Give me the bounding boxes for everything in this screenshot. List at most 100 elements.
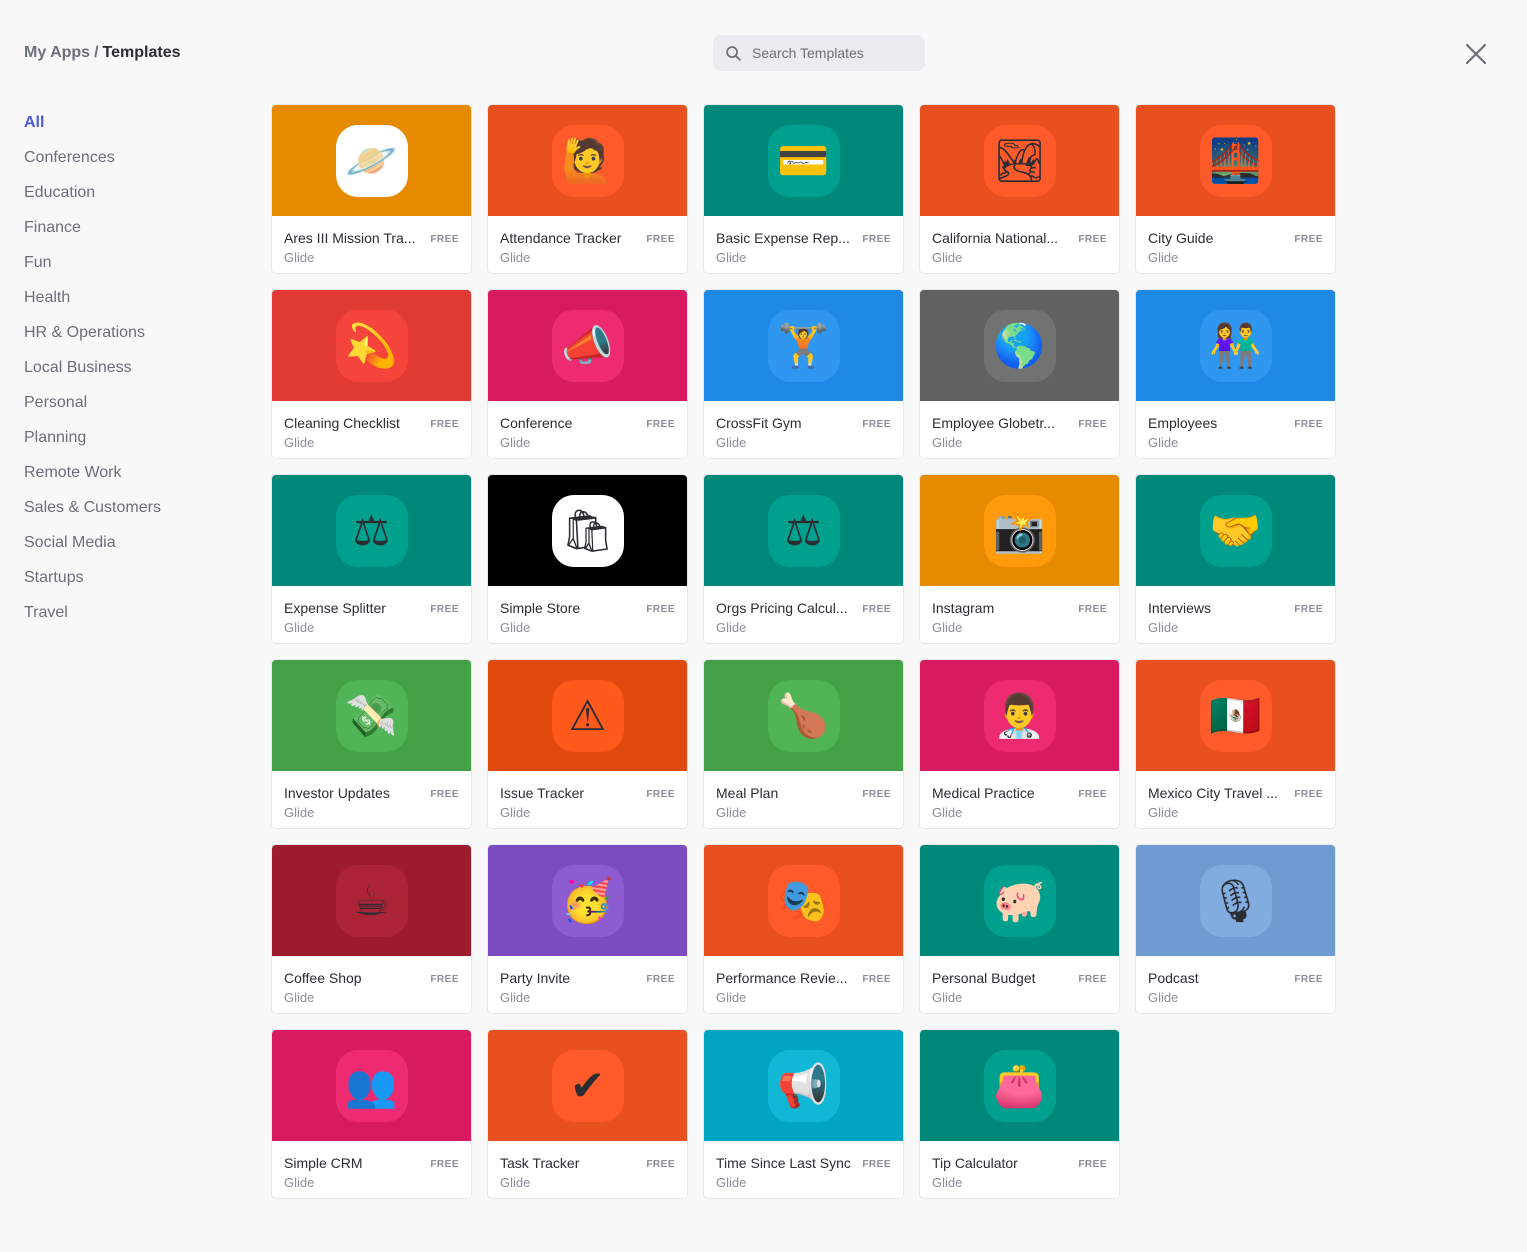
template-card[interactable]: 📣 Conference FREE Glide — [488, 290, 687, 458]
template-card[interactable]: 🐖 Personal Budget FREE Glide — [920, 845, 1119, 1013]
template-card[interactable]: 👛 Tip Calculator FREE Glide — [920, 1030, 1119, 1198]
template-title: Personal Budget — [932, 970, 1036, 986]
template-card[interactable]: ⚖ Orgs Pricing Calcul... FREE Glide — [704, 475, 903, 643]
template-banner: ✔ — [488, 1030, 687, 1141]
warning-icon: ⚠ — [568, 690, 607, 740]
purse-icon: 👛 — [993, 1060, 1046, 1110]
template-card[interactable]: 🌎 Employee Globetr... FREE Glide — [920, 290, 1119, 458]
template-author: Glide — [500, 620, 531, 635]
breadcrumb-my-apps-link[interactable]: My Apps — [24, 44, 90, 61]
template-card[interactable]: 🏞 California National... FREE Glide — [920, 105, 1119, 273]
sidebar-item-startups[interactable]: Startups — [24, 568, 161, 603]
template-card[interactable]: 🥳 Party Invite FREE Glide — [488, 845, 687, 1013]
free-badge: FREE — [646, 974, 675, 985]
template-card[interactable]: 🎙 Podcast FREE Glide — [1136, 845, 1335, 1013]
sidebar-item-conferences[interactable]: Conferences — [24, 148, 161, 183]
template-card[interactable]: 👥 Simple CRM FREE Glide — [272, 1030, 471, 1198]
template-info: Attendance Tracker FREE Glide — [488, 216, 687, 273]
template-card[interactable]: 🙋 Attendance Tracker FREE Glide — [488, 105, 687, 273]
sidebar-item-planning[interactable]: Planning — [24, 428, 161, 463]
hot-beverage-icon: ☕ — [352, 875, 391, 925]
template-info: Task Tracker FREE Glide — [488, 1141, 687, 1198]
template-info: Personal Budget FREE Glide — [920, 956, 1119, 1013]
template-card[interactable]: 🪐 Ares III Mission Tra... FREE Glide — [272, 105, 471, 273]
sidebar-item-sales-customers[interactable]: Sales & Customers — [24, 498, 161, 533]
sidebar-item-remote-work[interactable]: Remote Work — [24, 463, 161, 498]
template-author: Glide — [932, 1175, 963, 1190]
template-icon-tile: 📣 — [551, 309, 624, 382]
template-card[interactable]: 💫 Cleaning Checklist FREE Glide — [272, 290, 471, 458]
template-author: Glide — [284, 250, 315, 265]
template-card[interactable]: 🛍 Simple Store FREE Glide — [488, 475, 687, 643]
free-badge: FREE — [430, 789, 459, 800]
sidebar-item-hr-operations[interactable]: HR & Operations — [24, 323, 161, 358]
template-banner: 🌎 — [920, 290, 1119, 401]
search-input[interactable] — [750, 44, 914, 62]
template-card[interactable]: 💸 Investor Updates FREE Glide — [272, 660, 471, 828]
template-title: Coffee Shop — [284, 970, 362, 986]
sidebar-item-travel[interactable]: Travel — [24, 603, 161, 638]
template-author: Glide — [284, 435, 315, 450]
free-badge: FREE — [1294, 789, 1323, 800]
poultry-leg-icon: 🍗 — [777, 690, 830, 740]
template-author: Glide — [500, 990, 531, 1005]
sidebar-item-finance[interactable]: Finance — [24, 218, 161, 253]
template-banner: ☕ — [272, 845, 471, 956]
close-button[interactable] — [1462, 40, 1490, 68]
template-card[interactable]: ⚠ Issue Tracker FREE Glide — [488, 660, 687, 828]
template-info: Simple Store FREE Glide — [488, 586, 687, 643]
template-icon-tile: 🐖 — [983, 864, 1056, 937]
template-card[interactable]: 🇲🇽 Mexico City Travel ... FREE Glide — [1136, 660, 1335, 828]
free-badge: FREE — [862, 789, 891, 800]
template-card[interactable]: 🎭 Performance Revie... FREE Glide — [704, 845, 903, 1013]
template-icon-tile: 📸 — [983, 494, 1056, 567]
template-card[interactable]: 🌉 City Guide FREE Glide — [1136, 105, 1335, 273]
template-info: Expense Splitter FREE Glide — [272, 586, 471, 643]
template-banner: 🥳 — [488, 845, 687, 956]
template-card[interactable]: 🍗 Meal Plan FREE Glide — [704, 660, 903, 828]
sidebar-item-social-media[interactable]: Social Media — [24, 533, 161, 568]
sidebar-item-education[interactable]: Education — [24, 183, 161, 218]
template-info: Podcast FREE Glide — [1136, 956, 1335, 1013]
template-card[interactable]: 🤝 Interviews FREE Glide — [1136, 475, 1335, 643]
template-info: Time Since Last Sync FREE Glide — [704, 1141, 903, 1198]
template-card[interactable]: 📸 Instagram FREE Glide — [920, 475, 1119, 643]
template-title: Meal Plan — [716, 785, 779, 801]
sidebar-item-health[interactable]: Health — [24, 288, 161, 323]
template-title: Ares III Mission Tra... — [284, 230, 416, 246]
template-author: Glide — [1148, 990, 1179, 1005]
sidebar-item-fun[interactable]: Fun — [24, 253, 161, 288]
template-author: Glide — [1148, 435, 1179, 450]
template-card[interactable]: 📢 Time Since Last Sync FREE Glide — [704, 1030, 903, 1198]
check-mark-icon: ✔ — [569, 1060, 606, 1110]
template-icon-tile: 🏋 — [767, 309, 840, 382]
template-author: Glide — [500, 805, 531, 820]
performing-arts-icon: 🎭 — [777, 875, 830, 925]
free-badge: FREE — [1294, 974, 1323, 985]
template-card[interactable]: 👨‍⚕️ Medical Practice FREE Glide — [920, 660, 1119, 828]
template-card[interactable]: ☕ Coffee Shop FREE Glide — [272, 845, 471, 1013]
template-banner: 🎭 — [704, 845, 903, 956]
template-title: Tip Calculator — [932, 1155, 1018, 1171]
sidebar-item-local-business[interactable]: Local Business — [24, 358, 161, 393]
sidebar-item-all[interactable]: All — [24, 113, 161, 148]
template-card[interactable]: ✔ Task Tracker FREE Glide — [488, 1030, 687, 1198]
template-card[interactable]: ⚖ Expense Splitter FREE Glide — [272, 475, 471, 643]
template-title: Employees — [1148, 415, 1218, 431]
template-card[interactable]: 👫 Employees FREE Glide — [1136, 290, 1335, 458]
template-banner: 🛍 — [488, 475, 687, 586]
template-author: Glide — [284, 1175, 315, 1190]
template-card[interactable]: 🏋 CrossFit Gym FREE Glide — [704, 290, 903, 458]
dizzy-star-icon: 💫 — [345, 320, 398, 370]
template-banner: 🇲🇽 — [1136, 660, 1335, 771]
template-title: Issue Tracker — [500, 785, 585, 801]
template-banner: 💸 — [272, 660, 471, 771]
health-worker-icon: 👨‍⚕️ — [993, 690, 1046, 740]
search-box[interactable] — [713, 35, 925, 71]
sidebar-item-personal[interactable]: Personal — [24, 393, 161, 428]
template-icon-tile: ☕ — [335, 864, 408, 937]
free-badge: FREE — [1294, 604, 1323, 615]
template-icon-tile: 👫 — [1199, 309, 1272, 382]
template-card[interactable]: 💳 Basic Expense Rep... FREE Glide — [704, 105, 903, 273]
free-badge: FREE — [1078, 974, 1107, 985]
